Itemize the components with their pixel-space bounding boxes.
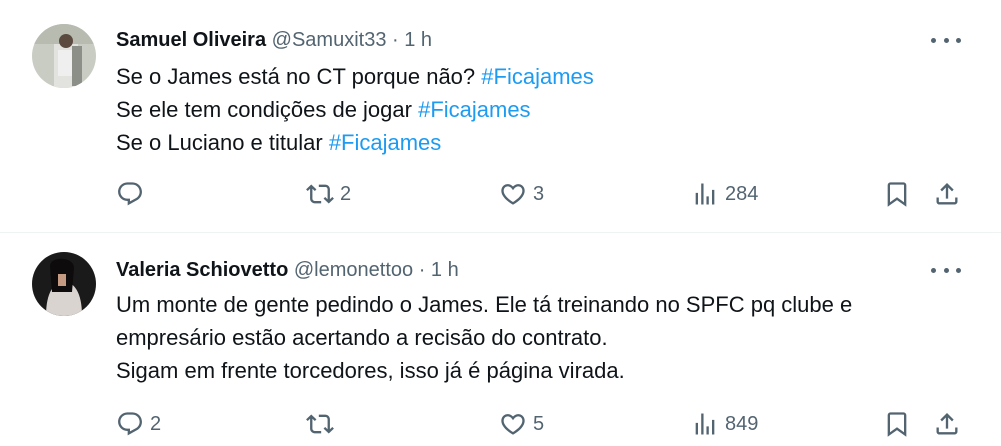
tweet-line: Se ele tem condições de jogar #Ficajames xyxy=(116,93,976,126)
tweet-line-text: Se ele tem condições de jogar xyxy=(116,97,419,122)
avatar[interactable] xyxy=(32,252,96,316)
reply-button[interactable]: 2 xyxy=(116,409,161,439)
tweet-line: Se o Luciano e titular #Ficajames xyxy=(116,126,976,159)
tweet[interactable]: Valeria Schiovetto @lemonettoo · 1 h Um … xyxy=(0,233,1001,446)
more-icon[interactable] xyxy=(931,260,961,280)
bookmark-button[interactable] xyxy=(883,179,911,209)
tweet-text: Se o James está no CT porque não? #Ficaj… xyxy=(116,60,976,159)
like-count: 3 xyxy=(533,182,545,205)
timestamp[interactable]: 1 h xyxy=(431,259,459,281)
tweet-line: empresário estão acertando a recisão do … xyxy=(116,325,608,350)
author-handle[interactable]: @Samuxit33 xyxy=(272,29,387,51)
tweet-line: Um monte de gente pedindo o James. Ele t… xyxy=(116,292,853,317)
separator: · xyxy=(418,259,426,281)
hashtag-link[interactable]: #Ficajames xyxy=(329,130,441,155)
share-button[interactable] xyxy=(933,179,961,209)
tweet-line: Se o James está no CT porque não? #Ficaj… xyxy=(116,60,976,93)
views-icon xyxy=(695,183,715,205)
action-bar: 2 5 849 xyxy=(0,409,1001,439)
share-icon xyxy=(936,413,958,435)
author-name[interactable]: Valeria Schiovetto xyxy=(116,259,288,281)
view-count: 849 xyxy=(725,412,759,435)
retweet-icon xyxy=(306,414,334,434)
views-button[interactable]: 284 xyxy=(691,179,758,209)
tweet-line: Sigam em frente torcedores, isso já é pá… xyxy=(116,358,625,383)
author-name[interactable]: Samuel Oliveira xyxy=(116,29,266,51)
like-button[interactable]: 3 xyxy=(499,179,544,209)
action-bar: 2 3 284 xyxy=(0,179,1001,209)
timestamp[interactable]: 1 h xyxy=(404,29,432,51)
heart-icon xyxy=(501,184,525,205)
tweet-header: Samuel Oliveira @Samuxit33 · 1 h xyxy=(116,27,432,53)
avatar[interactable] xyxy=(32,24,96,88)
share-icon xyxy=(936,183,958,205)
tweet[interactable]: Samuel Oliveira @Samuxit33 · 1 h Se o Ja… xyxy=(0,0,1001,233)
view-count: 284 xyxy=(725,182,759,205)
more-icon[interactable] xyxy=(931,30,961,50)
hashtag-link[interactable]: #Ficajames xyxy=(418,97,530,122)
bookmark-icon xyxy=(887,182,907,207)
bookmark-icon xyxy=(887,412,907,437)
views-button[interactable]: 849 xyxy=(691,409,758,439)
retweet-icon xyxy=(306,184,334,204)
reply-count: 2 xyxy=(150,412,162,435)
tweet-header: Valeria Schiovetto @lemonettoo · 1 h xyxy=(116,257,459,283)
views-icon xyxy=(695,413,715,435)
tweet-text: Um monte de gente pedindo o James. Ele t… xyxy=(116,288,976,387)
heart-icon xyxy=(501,414,525,435)
tweet-line-text: Se o James está no CT porque não? xyxy=(116,64,482,89)
separator: · xyxy=(392,29,399,51)
retweet-count: 2 xyxy=(340,182,352,205)
tweet-line-text: Se o Luciano e titular xyxy=(116,130,329,155)
hashtag-link[interactable]: #Ficajames xyxy=(481,64,593,89)
share-button[interactable] xyxy=(933,409,961,439)
like-button[interactable]: 5 xyxy=(499,409,544,439)
reply-icon xyxy=(118,182,142,206)
retweet-button[interactable] xyxy=(306,409,340,439)
reply-icon xyxy=(118,412,142,436)
bookmark-button[interactable] xyxy=(883,409,911,439)
author-handle[interactable]: @lemonettoo xyxy=(294,259,413,281)
reply-button[interactable] xyxy=(116,179,150,209)
like-count: 5 xyxy=(533,412,545,435)
retweet-button[interactable]: 2 xyxy=(306,179,351,209)
